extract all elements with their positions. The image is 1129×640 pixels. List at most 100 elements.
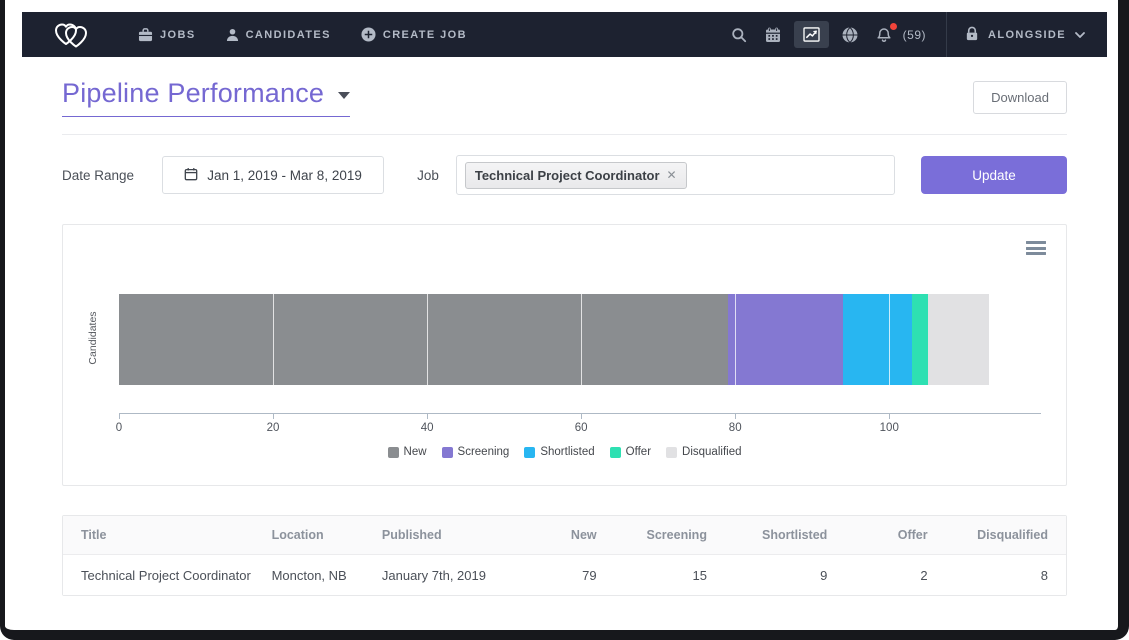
legend-label: Offer (626, 446, 651, 458)
date-range-label: Date Range (62, 168, 134, 183)
tick-mark (273, 413, 274, 419)
nav-candidates[interactable]: CANDIDATES (226, 28, 331, 42)
tick-mark (119, 413, 120, 419)
alongside-logo-icon[interactable] (52, 20, 90, 50)
chart-legend: New Screening Shortlisted Offer Disqualified (63, 446, 1066, 458)
page-title: Pipeline Performance (62, 78, 324, 109)
analytics-chart-icon[interactable] (794, 21, 829, 48)
legend-item-shortlisted[interactable]: Shortlisted (524, 446, 594, 458)
gridline (427, 272, 428, 413)
legend-item-disqualified[interactable]: Disqualified (666, 446, 741, 458)
tick-mark (889, 413, 890, 419)
table-header-row: TitleLocationPublishedNewScreeningShortl… (63, 516, 1066, 555)
job-tag[interactable]: Technical Project Coordinator ✕ (465, 162, 687, 189)
column-header: New (514, 528, 614, 542)
legend-label: New (404, 446, 427, 458)
column-header: Title (63, 528, 254, 542)
nav-create-job[interactable]: CREATE JOB (361, 27, 467, 42)
column-header: Location (254, 528, 364, 542)
job-label: Job (417, 168, 439, 183)
account-name: ALONGSIDE (988, 29, 1066, 41)
update-button[interactable]: Update (921, 156, 1067, 194)
search-icon[interactable] (722, 21, 756, 49)
x-tick-label: 0 (97, 422, 141, 434)
notifications-bell-icon[interactable] (867, 21, 901, 49)
chart-plot-area: Candidates 0 20 40 60 80 100 New Screening Shor… (63, 225, 1066, 485)
column-header: Disqualified (946, 528, 1066, 542)
legend-swatch (610, 447, 621, 458)
bar-segment-disqualified[interactable] (928, 294, 990, 385)
table-cell: 8 (946, 568, 1066, 583)
x-axis-line (119, 413, 1041, 414)
legend-swatch (442, 447, 453, 458)
download-button[interactable]: Download (973, 81, 1067, 114)
top-navbar: JOBS CANDIDATES (22, 12, 1107, 57)
header-divider (62, 134, 1067, 135)
job-select-input[interactable]: Technical Project Coordinator ✕ (456, 155, 895, 195)
plus-circle-icon (361, 27, 376, 42)
calendar-small-icon (184, 167, 198, 184)
nav-jobs-label: JOBS (160, 29, 196, 41)
table-row[interactable]: Technical Project CoordinatorMoncton, NB… (63, 555, 1066, 595)
bar-segment-screening[interactable] (728, 294, 844, 385)
legend-swatch (666, 447, 677, 458)
legend-label: Shortlisted (540, 446, 594, 458)
column-header: Published (364, 528, 514, 542)
bar-segment-shortlisted[interactable] (843, 294, 912, 385)
legend-label: Screening (458, 446, 510, 458)
x-tick-label: 80 (713, 422, 757, 434)
nav-jobs[interactable]: JOBS (138, 28, 196, 42)
notification-dot (890, 23, 897, 30)
column-header: Offer (845, 528, 945, 542)
table-cell: 79 (514, 568, 614, 583)
lock-icon (965, 26, 979, 44)
legend-item-new[interactable]: New (388, 446, 427, 458)
column-header: Screening (615, 528, 725, 542)
table-cell: Moncton, NB (254, 568, 364, 583)
stacked-bar (119, 294, 989, 385)
x-tick-label: 20 (251, 422, 295, 434)
gridline (889, 272, 890, 413)
chevron-down-icon (1075, 29, 1085, 41)
title-caret-icon (338, 92, 350, 99)
device-frame: JOBS CANDIDATES (0, 0, 1129, 640)
pipeline-table: TitleLocationPublishedNewScreeningShortl… (62, 515, 1067, 596)
nav-create-job-label: CREATE JOB (383, 29, 467, 41)
x-tick-label: 40 (405, 422, 449, 434)
report-selector[interactable]: Pipeline Performance (62, 78, 350, 117)
table-cell: 15 (615, 568, 725, 583)
tick-mark (735, 413, 736, 419)
job-tag-label: Technical Project Coordinator (475, 168, 660, 183)
pipeline-chart-card: Candidates 0 20 40 60 80 100 New Screening Shor… (62, 224, 1067, 486)
tick-mark (427, 413, 428, 419)
tag-remove-icon[interactable]: ✕ (667, 168, 677, 182)
calendar-icon[interactable] (756, 21, 790, 49)
date-range-input[interactable]: Jan 1, 2019 - Mar 8, 2019 (162, 156, 384, 194)
bar-segment-new[interactable] (119, 294, 728, 385)
briefcase-icon (138, 28, 153, 42)
table-cell: 2 (845, 568, 945, 583)
globe-icon[interactable] (833, 21, 867, 49)
bar-segment-offer[interactable] (912, 294, 927, 385)
notification-count[interactable]: (59) (903, 28, 926, 42)
x-tick-label: 60 (559, 422, 603, 434)
nav-divider (946, 12, 947, 57)
gridline (735, 272, 736, 413)
table-cell: 9 (725, 568, 845, 583)
table-cell: Technical Project Coordinator (63, 568, 254, 583)
tick-mark (581, 413, 582, 419)
legend-swatch (524, 447, 535, 458)
date-range-value: Jan 1, 2019 - Mar 8, 2019 (207, 168, 362, 183)
legend-swatch (388, 447, 399, 458)
y-axis-label: Candidates (87, 311, 99, 364)
account-menu[interactable]: ALONGSIDE (965, 26, 1085, 44)
gridline (581, 272, 582, 413)
gridline (273, 272, 274, 413)
column-header: Shortlisted (725, 528, 845, 542)
x-tick-label: 100 (867, 422, 911, 434)
legend-item-screening[interactable]: Screening (442, 446, 510, 458)
legend-item-offer[interactable]: Offer (610, 446, 651, 458)
nav-candidates-label: CANDIDATES (246, 29, 331, 41)
legend-label: Disqualified (682, 446, 741, 458)
table-cell: January 7th, 2019 (364, 568, 514, 583)
